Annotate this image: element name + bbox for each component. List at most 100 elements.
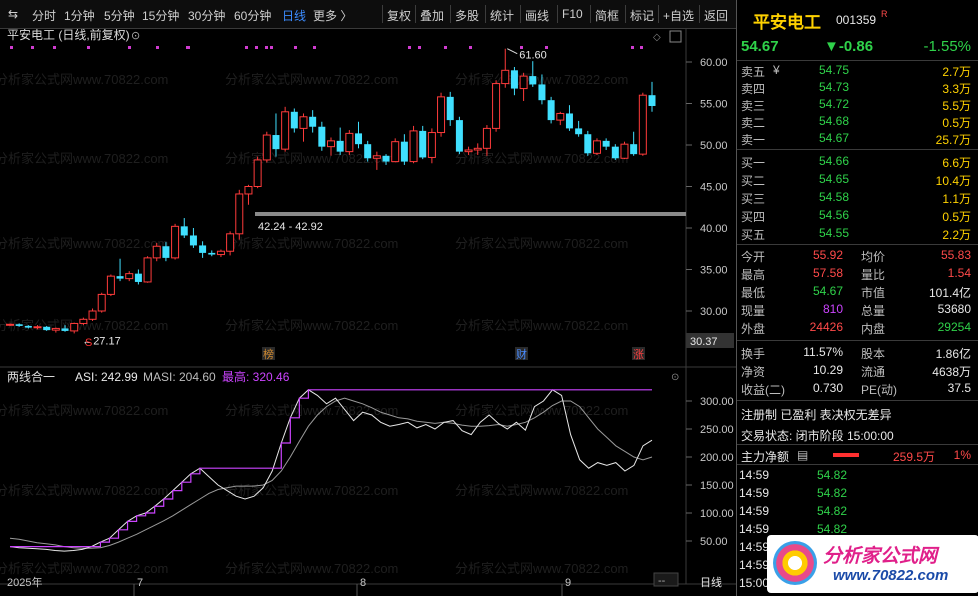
event-label[interactable]: S [85, 337, 92, 349]
left-right-arrow-icon[interactable]: ⇆ [8, 7, 18, 21]
candle-body[interactable] [272, 135, 280, 150]
candle-body[interactable] [116, 276, 124, 279]
candle-body[interactable] [327, 140, 335, 148]
candle-body[interactable] [345, 132, 354, 153]
masi-line[interactable] [9, 397, 653, 549]
candle-body[interactable] [61, 328, 69, 331]
candle-body[interactable] [281, 111, 290, 150]
candle-body[interactable] [538, 84, 546, 101]
candle-body[interactable] [492, 83, 501, 129]
candle-body[interactable] [584, 134, 592, 154]
candle-body[interactable] [427, 132, 436, 158]
candle-body[interactable] [409, 130, 418, 163]
candle-body[interactable] [299, 116, 308, 129]
candle-body[interactable] [318, 126, 326, 147]
candle-body[interactable] [336, 140, 344, 152]
candle-body[interactable] [382, 155, 390, 162]
candle-body[interactable] [391, 141, 400, 163]
candle-body[interactable] [152, 245, 161, 259]
candle-body[interactable] [226, 233, 235, 252]
candle-body[interactable] [97, 293, 106, 312]
candle-body[interactable] [106, 275, 115, 295]
candle-body[interactable] [70, 322, 79, 332]
candle-body[interactable] [33, 326, 42, 329]
candle-body[interactable] [482, 127, 491, 149]
toolbar-item-0[interactable]: 分时 [32, 7, 56, 24]
candle-body[interactable] [602, 140, 610, 147]
event-label[interactable]: 财 [516, 347, 527, 361]
toolbar-item-12[interactable]: 画线 [525, 7, 549, 24]
candle-body[interactable] [208, 252, 216, 255]
candle-body[interactable] [592, 140, 601, 154]
kline-chart-svg[interactable]: 分析家公式网www.70822.com 分析家公式网www.70822.com 分析… [0, 27, 736, 596]
candle-body[interactable] [437, 96, 446, 134]
candle-body[interactable] [180, 226, 188, 236]
candle-body[interactable] [262, 134, 271, 161]
toolbar-item-5[interactable]: 60分钟 [234, 7, 271, 24]
candle-body[interactable] [199, 245, 207, 253]
candle-body[interactable] [355, 133, 363, 145]
candle-body[interactable] [235, 193, 244, 235]
toolbar-item-4[interactable]: 30分钟 [188, 7, 225, 24]
candle-body[interactable] [189, 235, 197, 246]
toolbar-item-17[interactable]: 返回 [704, 7, 728, 24]
candle-body[interactable] [510, 70, 518, 89]
candle-body[interactable] [88, 310, 97, 320]
candle-body[interactable] [519, 75, 528, 90]
candle-body[interactable] [134, 273, 142, 282]
toolbar-item-16[interactable]: +自选 [663, 7, 694, 24]
candle-body[interactable] [648, 95, 656, 106]
candle-body[interactable] [565, 113, 573, 129]
event-label[interactable]: 涨 [633, 348, 644, 361]
toolbar-item-1[interactable]: 1分钟 [64, 7, 95, 24]
candle-body[interactable] [455, 120, 463, 152]
candle-body[interactable] [79, 318, 88, 324]
period-label[interactable]: 日线 [700, 575, 722, 589]
candle-body[interactable] [400, 141, 408, 162]
toolbar-item-2[interactable]: 5分钟 [104, 7, 135, 24]
toolbar-item-6[interactable]: 日线 [282, 7, 306, 24]
candle-body[interactable] [473, 147, 482, 151]
candle-body[interactable] [143, 257, 152, 283]
candle-body[interactable] [529, 76, 537, 85]
event-label[interactable]: 榜 [263, 347, 274, 361]
candle-body[interactable] [15, 324, 23, 326]
candle-body[interactable] [43, 326, 51, 331]
candle-body[interactable] [24, 325, 32, 328]
toolbar-item-13[interactable]: F10 [562, 7, 583, 21]
diamond-icon[interactable]: ◇ [653, 32, 661, 43]
window-square-icon[interactable] [669, 30, 682, 43]
chevron-down-icon[interactable]: ⊙ [131, 30, 140, 42]
candle-body[interactable] [620, 143, 629, 159]
scroll-box-text[interactable]: -- [658, 575, 666, 587]
candle-body[interactable] [419, 130, 427, 158]
candle-body[interactable] [125, 273, 134, 280]
candle-body[interactable] [51, 327, 60, 331]
candle-body[interactable] [216, 250, 225, 256]
candle-body[interactable] [244, 186, 253, 195]
candle-body[interactable] [253, 159, 262, 188]
candle-body[interactable] [501, 69, 510, 85]
candlesticks[interactable] [6, 48, 656, 334]
candle-body[interactable] [575, 128, 583, 135]
toolbar-item-9[interactable]: 叠加 [420, 7, 444, 24]
candle-body[interactable] [290, 111, 298, 129]
toolbar-item-7[interactable]: 更多 〉 [313, 7, 352, 24]
candle-body[interactable] [162, 246, 170, 258]
candle-body[interactable] [611, 146, 619, 159]
candle-body[interactable] [364, 144, 372, 159]
candle-body[interactable] [556, 112, 565, 121]
candle-body[interactable] [630, 144, 638, 155]
toolbar-item-11[interactable]: 统计 [490, 7, 514, 24]
ind-gear-icon[interactable]: ⊙ [671, 372, 679, 383]
candle-body[interactable] [446, 96, 454, 121]
toolbar-item-10[interactable]: 多股 [455, 7, 479, 24]
candle-body[interactable] [309, 116, 317, 127]
toolbar-item-15[interactable]: 标记 [630, 7, 654, 24]
kline-chart-area[interactable]: 分析家公式网www.70822.com 分析家公式网www.70822.com 分析… [0, 27, 736, 596]
candle-body[interactable] [547, 100, 555, 121]
toolbar-item-8[interactable]: 复权 [387, 7, 411, 24]
candle-body[interactable] [372, 155, 381, 159]
candle-body[interactable] [464, 149, 473, 153]
toolbar-item-3[interactable]: 15分钟 [142, 7, 179, 24]
